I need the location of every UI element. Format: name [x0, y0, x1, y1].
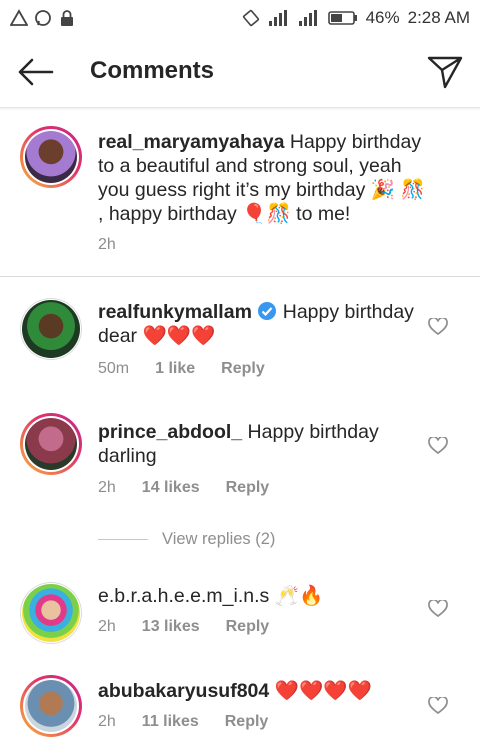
reply-button[interactable]: Reply — [226, 618, 270, 636]
username[interactable]: prince_abdool_ — [98, 421, 242, 443]
battery-icon — [327, 11, 357, 25]
comment-text: 🥂🔥 — [274, 584, 324, 607]
back-arrow-icon[interactable] — [16, 56, 56, 88]
send-direct-icon[interactable] — [426, 54, 464, 90]
avatar[interactable] — [20, 126, 82, 188]
comments-header: Comments — [0, 36, 480, 108]
clock: 2:28 AM — [407, 8, 470, 27]
reply-button[interactable]: Reply — [221, 360, 265, 378]
username[interactable]: real_maryamyahaya — [98, 131, 284, 153]
view-replies-button[interactable]: View replies (2) — [98, 530, 275, 549]
signal-icon — [268, 10, 287, 26]
avatar[interactable] — [20, 675, 82, 737]
lock-icon — [61, 10, 73, 26]
status-bar: 46% 2:28 AM — [0, 0, 480, 36]
whatsapp-icon — [35, 10, 51, 26]
signal-icon-2 — [298, 10, 317, 26]
like-heart-icon[interactable] — [428, 600, 448, 618]
like-heart-icon[interactable] — [428, 697, 448, 715]
divider — [0, 276, 480, 277]
avatar[interactable] — [20, 413, 82, 475]
view-replies-label: View replies (2) — [162, 530, 276, 548]
reply-button[interactable]: Reply — [226, 479, 270, 497]
verified-badge-icon — [258, 302, 277, 320]
like-heart-icon[interactable] — [428, 437, 448, 455]
battery-percent: 46% — [365, 8, 400, 27]
timestamp: 2h — [98, 618, 116, 635]
rotate-icon — [242, 9, 259, 27]
username[interactable]: e.b.r.a.h.e.e.m_i.n.s — [98, 585, 269, 607]
timestamp: 2h — [98, 713, 116, 730]
timestamp: 2h — [98, 236, 116, 253]
avatar[interactable] — [20, 582, 82, 644]
avatar[interactable] — [20, 298, 82, 360]
timestamp: 2h — [98, 479, 116, 496]
likes-count[interactable]: 14 likes — [142, 479, 200, 497]
reply-button[interactable]: Reply — [225, 713, 269, 731]
page-title: Comments — [90, 57, 215, 84]
likes-count[interactable]: 11 likes — [142, 713, 199, 731]
likes-count[interactable]: 13 likes — [142, 618, 200, 636]
timestamp: 50m — [98, 360, 130, 377]
like-heart-icon[interactable] — [428, 318, 448, 336]
comment-text: ❤️❤️❤️❤️ — [274, 680, 372, 702]
username[interactable]: realfunkymallam — [98, 301, 252, 323]
username[interactable]: abubakaryusuf804 — [98, 680, 269, 702]
warning-icon — [10, 9, 28, 26]
likes-count[interactable]: 1 like — [155, 360, 195, 378]
divider — [98, 539, 148, 540]
